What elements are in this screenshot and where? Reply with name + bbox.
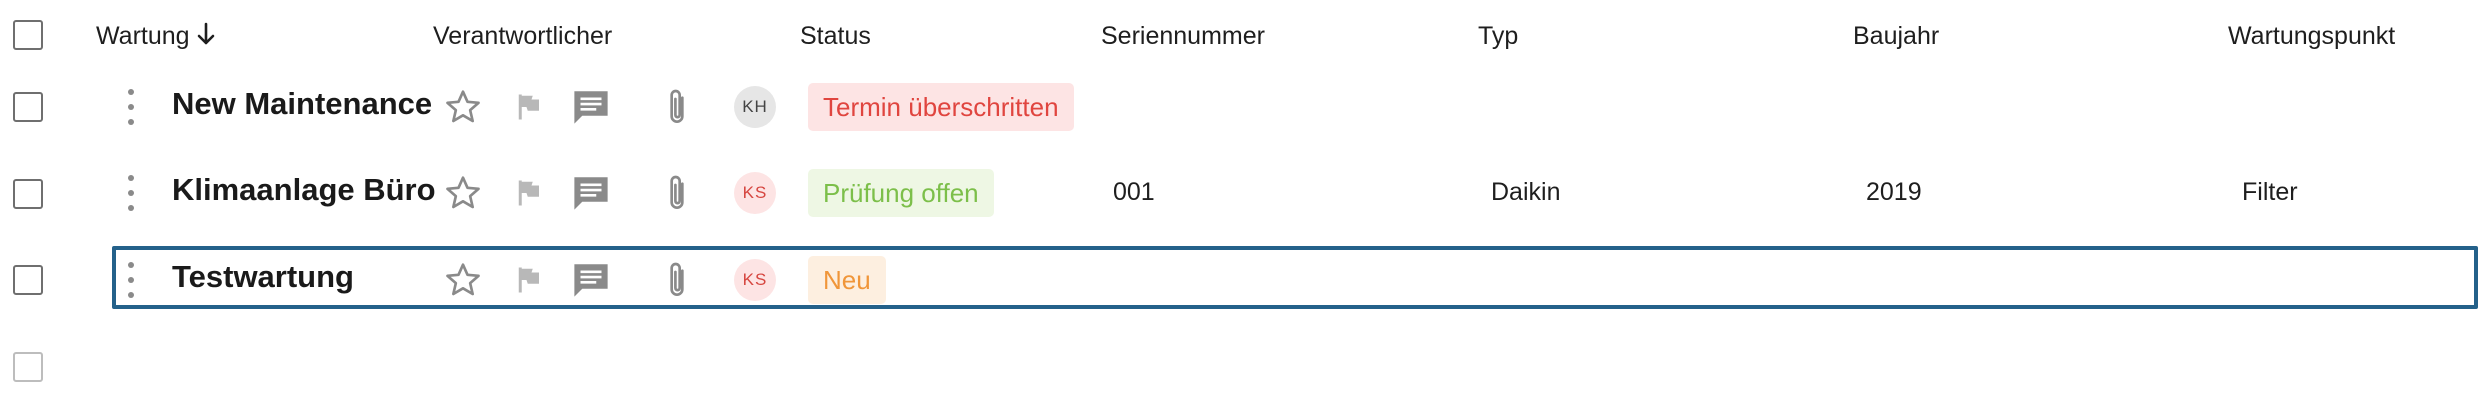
drag-handle-icon[interactable] (125, 262, 137, 298)
comment-icon[interactable] (568, 257, 614, 303)
row-title[interactable]: Testwartung (172, 259, 354, 295)
cell-seriennummer[interactable]: 001 (1113, 178, 1155, 207)
table-row[interactable]: Testwartung KS Neu (0, 237, 2488, 323)
column-header-verantwortlicher[interactable]: Verantwortlicher (433, 22, 612, 51)
status-badge[interactable]: Prüfung offen (808, 169, 994, 217)
column-header-typ[interactable]: Typ (1478, 22, 1518, 51)
comment-icon[interactable] (568, 84, 614, 130)
avatar-initials: KS (742, 270, 768, 289)
cell-wartungspunkt[interactable]: Filter (2242, 178, 2298, 207)
avatar-initials: KS (742, 183, 768, 202)
paperclip-icon[interactable] (654, 84, 700, 130)
row-title[interactable]: Klimaanlage Büro (172, 172, 436, 208)
table-row[interactable]: Klimaanlage Büro KS Prüfung offen 001 Da… (0, 150, 2488, 236)
flag-icon[interactable] (506, 84, 552, 130)
new-row-checkbox[interactable] (13, 352, 43, 382)
column-header-wartung[interactable]: Wartung (96, 22, 216, 53)
row-title[interactable]: New Maintenance (172, 86, 432, 122)
select-all-checkbox[interactable] (13, 20, 43, 50)
drag-handle-icon[interactable] (125, 89, 137, 125)
star-icon[interactable] (440, 170, 486, 216)
paperclip-icon[interactable] (654, 170, 700, 216)
column-header-wartung-label: Wartung (96, 22, 190, 50)
status-badge[interactable]: Neu (808, 256, 886, 304)
star-icon[interactable] (440, 84, 486, 130)
flag-icon[interactable] (506, 257, 552, 303)
drag-handle-icon[interactable] (125, 175, 137, 211)
comment-icon[interactable] (568, 170, 614, 216)
column-header-wartungspunkt[interactable]: Wartungspunkt (2228, 22, 2395, 51)
column-header-seriennummer[interactable]: Seriennummer (1101, 22, 1265, 51)
star-icon[interactable] (440, 257, 486, 303)
avatar[interactable]: KS (734, 259, 776, 301)
status-badge[interactable]: Termin überschritten (808, 83, 1074, 131)
column-header-status[interactable]: Status (800, 22, 871, 51)
avatar-initials: KH (742, 97, 768, 116)
flag-icon[interactable] (506, 170, 552, 216)
avatar[interactable]: KH (734, 86, 776, 128)
table-row[interactable]: New Maintenance KH Termin überschritten (0, 64, 2488, 150)
cell-baujahr[interactable]: 2019 (1866, 178, 1922, 207)
paperclip-icon[interactable] (654, 257, 700, 303)
arrow-down-icon[interactable] (196, 22, 216, 53)
column-header-baujahr[interactable]: Baujahr (1853, 22, 1939, 51)
cell-typ[interactable]: Daikin (1491, 178, 1560, 207)
avatar[interactable]: KS (734, 172, 776, 214)
